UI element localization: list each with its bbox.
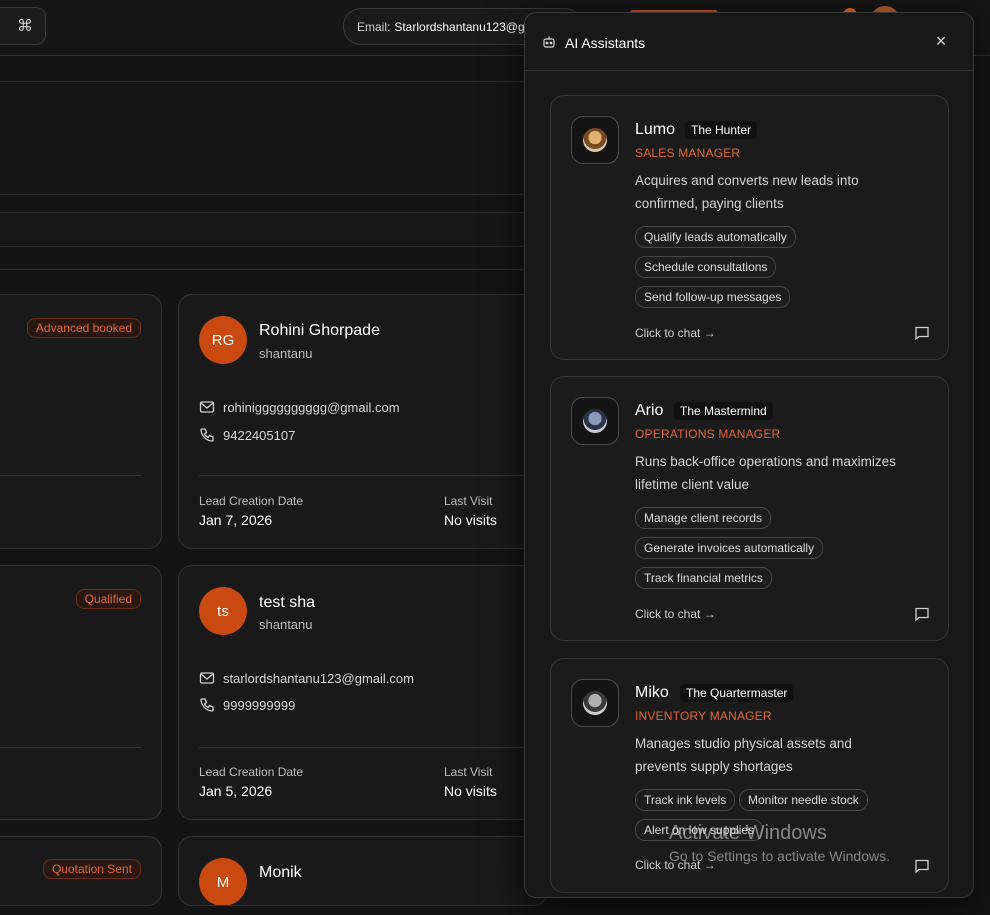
click-to-chat-link[interactable]: Click to chat → (635, 326, 716, 340)
mail-icon (199, 401, 215, 413)
assistant-name: Ario (635, 402, 664, 419)
lead-card[interactable]: RG Rohini Ghorpade shantanu rohinigggggg… (178, 294, 548, 549)
lead-card[interactable]: M Monik (178, 836, 548, 906)
page-header-section (0, 81, 530, 195)
status-badge: Advanced booked (26, 318, 141, 338)
status-badge: Qualified (75, 589, 141, 609)
command-shortcut-button[interactable]: ⌘ (0, 7, 46, 45)
assistant-avatar (571, 397, 619, 445)
divider (0, 475, 141, 476)
lead-phone: 9422405107 (223, 427, 296, 443)
capability-chip: Qualify leads automatically (635, 226, 796, 248)
ario-avatar-icon (583, 409, 607, 433)
search-filter-bar[interactable] (0, 212, 530, 247)
capability-chip: Generate invoices automatically (635, 537, 824, 559)
close-icon[interactable]: × (933, 32, 949, 50)
capability-chip: Track ink levels (635, 789, 736, 811)
last-visit-label: Last Visit (444, 765, 493, 779)
lead-card-partial[interactable]: Quotation Sent (0, 836, 162, 906)
last-visit-value: No visits (444, 512, 497, 528)
phone-icon (200, 428, 214, 442)
assistant-description: Runs back-office operations and maximize… (635, 454, 896, 492)
assistant-card-lumo[interactable]: Lumo The Hunter SALES MANAGER Acquires a… (550, 95, 949, 360)
chat-bubble-icon[interactable] (914, 325, 930, 341)
assistant-title: The Hunter (685, 121, 758, 139)
assistant-description: Acquires and converts new leads into con… (635, 173, 859, 211)
lead-creation-label: Lead Creation Date (199, 494, 304, 508)
divider (199, 475, 547, 476)
lead-avatar: RG (199, 316, 247, 364)
lead-email: rohinigggggggggg@gmail.com (223, 399, 400, 415)
assistant-role: INVENTORY MANAGER (635, 709, 772, 723)
lead-owner: shantanu (259, 617, 313, 632)
status-badge: Quotation Sent (42, 859, 141, 879)
lead-name: Monik (259, 864, 302, 881)
panel-title: AI Assistants (565, 35, 646, 51)
lead-avatar: M (199, 858, 247, 905)
assistant-role: SALES MANAGER (635, 146, 741, 160)
lead-email-row: starlordshantanu123@gmail.com (199, 670, 414, 686)
ai-assistants-panel: AI Assistants × Lumo The Hunter SALES MA… (524, 12, 974, 898)
assistant-description: Manages studio physical assets and preve… (635, 736, 852, 774)
lead-card-partial[interactable]: Qualified (0, 565, 162, 820)
last-visit-value: No visits (444, 783, 497, 799)
activate-windows-subtext: Go to Settings to activate Windows. (669, 848, 890, 864)
divider (0, 747, 141, 748)
phone-icon (200, 698, 214, 712)
panel-header: AI Assistants × (525, 13, 973, 71)
activate-windows-watermark: Activate Windows (669, 822, 827, 844)
mail-icon (199, 672, 215, 684)
divider (0, 269, 530, 270)
assistant-avatar (571, 679, 619, 727)
capability-chip: Monitor needle stock (739, 789, 868, 811)
capability-chip: Send follow-up messages (635, 286, 791, 308)
chat-bubble-icon[interactable] (914, 858, 930, 874)
lead-card-partial[interactable]: Advanced booked (0, 294, 162, 549)
assistant-name: Lumo (635, 121, 676, 138)
assistant-title: The Quartermaster (680, 684, 794, 702)
lead-phone-row: 9999999999 (199, 697, 295, 713)
miko-avatar-icon (583, 691, 607, 715)
divider (199, 747, 547, 748)
lead-phone: 9999999999 (223, 697, 296, 713)
assistant-avatar (571, 116, 619, 164)
lead-email: starlordshantanu123@gmail.com (223, 670, 414, 686)
capability-chip: Schedule consultations (635, 256, 777, 278)
lead-avatar: ts (199, 587, 247, 635)
click-to-chat-link[interactable]: Click to chat → (635, 607, 716, 621)
assistant-card-ario[interactable]: Ario The Mastermind OPERATIONS MANAGER R… (550, 376, 949, 641)
lead-creation-date: Jan 5, 2026 (199, 783, 273, 799)
lead-card[interactable]: ts test sha shantanu starlordshantanu123… (178, 565, 548, 820)
lumo-avatar-icon (583, 128, 607, 152)
capability-chip: Track financial metrics (635, 567, 772, 589)
lead-phone-row: 9422405107 (199, 427, 295, 443)
last-visit-label: Last Visit (444, 494, 493, 508)
assistant-name: Miko (635, 684, 669, 701)
lead-owner: shantanu (259, 346, 313, 361)
lead-creation-date: Jan 7, 2026 (199, 512, 273, 528)
lead-creation-label: Lead Creation Date (199, 765, 304, 779)
assistant-title: The Mastermind (674, 402, 773, 420)
lead-name: test sha (259, 594, 316, 611)
assistant-role: OPERATIONS MANAGER (635, 427, 781, 441)
email-label: Email: (357, 19, 391, 34)
capability-chip: Manage client records (635, 507, 772, 529)
robot-icon (543, 36, 555, 48)
lead-name: Rohini Ghorpade (259, 322, 380, 339)
lead-email-row: rohinigggggggggg@gmail.com (199, 399, 400, 415)
command-icon: ⌘ (17, 18, 33, 35)
chat-bubble-icon[interactable] (914, 606, 930, 622)
